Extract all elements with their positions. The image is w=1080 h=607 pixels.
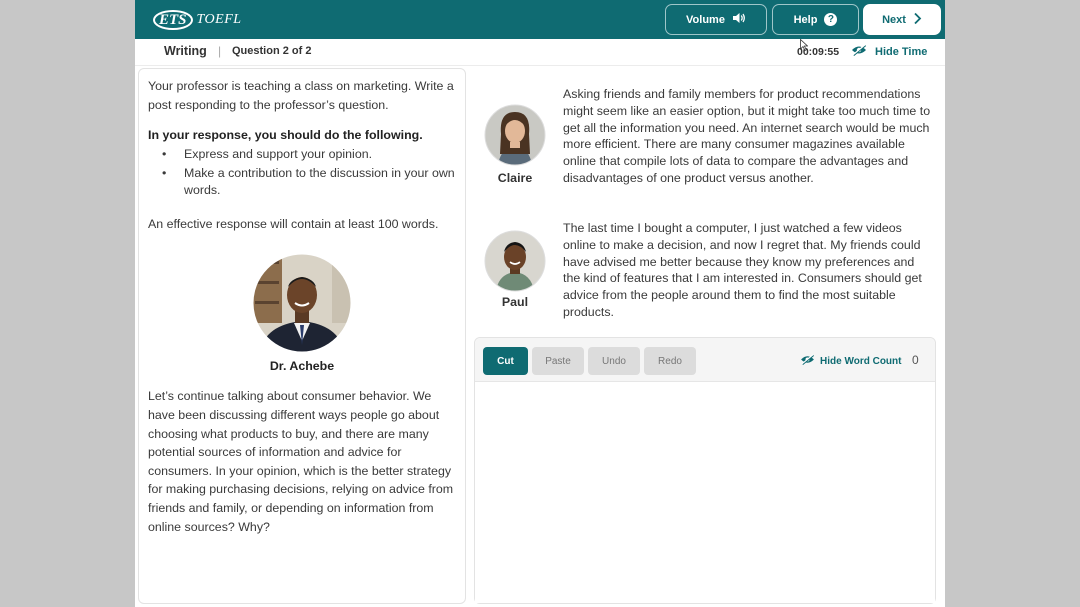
divider — [147, 603, 457, 604]
hide-word-count-button[interactable]: Hide Word Count — [800, 354, 901, 368]
ets-logo-text: ETS — [153, 10, 193, 30]
hide-time-label: Hide Time — [875, 45, 928, 58]
professor-question: Let’s continue talking about consumer be… — [148, 389, 454, 534]
task-prompt: Your professor is teaching a class on ma… — [148, 79, 454, 112]
section-bar: Writing | Question 2 of 2 00:09:55 Hide … — [135, 39, 945, 66]
prompt-panel: Your professor is teaching a class on ma… — [138, 68, 466, 604]
word-requirement: An effective response will contain at le… — [148, 217, 439, 232]
cut-button[interactable]: Cut — [483, 347, 528, 375]
question-circle-icon: ? — [824, 13, 838, 26]
section-separator: | — [218, 44, 222, 58]
eye-slash-icon — [800, 354, 815, 368]
hide-word-count-label: Hide Word Count — [820, 355, 902, 367]
paste-button[interactable]: Paste — [532, 347, 584, 375]
eye-slash-icon — [851, 44, 867, 59]
chevron-right-icon — [913, 12, 922, 28]
next-button-label: Next — [882, 13, 906, 26]
student-name: Claire — [497, 171, 533, 185]
student-post-text: The last time I bought a computer, I jus… — [563, 221, 922, 319]
mouse-cursor-icon — [800, 38, 809, 52]
question-counter: Question 2 of 2 — [232, 45, 312, 57]
toefl-test-window: ETS TOEFL Volume Help ? Next Writing | Q… — [135, 0, 945, 607]
toefl-logo-text: TOEFL — [196, 12, 242, 27]
next-button[interactable]: Next — [863, 4, 941, 35]
speaker-icon — [732, 12, 746, 27]
ets-toefl-logo: ETS TOEFL — [153, 9, 242, 31]
help-button-label: Help — [793, 13, 818, 26]
instruction-item: Express and support your opinion. — [162, 146, 456, 163]
student-avatar-paul — [484, 230, 546, 292]
response-textarea[interactable] — [475, 382, 935, 603]
student-post-text: Asking friends and family members for pr… — [563, 87, 931, 185]
hide-time-button[interactable]: Hide Time — [851, 44, 927, 59]
instructions-list: Express and support your opinion. Make a… — [148, 146, 456, 199]
response-editor: Cut Paste Undo Redo Hide Word Count 0 — [474, 337, 936, 604]
professor-avatar — [252, 253, 352, 353]
student-post: Paul The last time I bought a computer, … — [472, 220, 942, 330]
undo-button[interactable]: Undo — [588, 347, 640, 375]
top-bar: ETS TOEFL Volume Help ? Next — [135, 0, 945, 39]
redo-button[interactable]: Redo — [644, 347, 696, 375]
word-count: 0 — [912, 353, 919, 367]
volume-button-label: Volume — [686, 13, 725, 26]
student-post: Claire Asking friends and family members… — [472, 86, 942, 206]
professor-name: Dr. Achebe — [269, 358, 335, 373]
discussion-panel: Claire Asking friends and family members… — [472, 68, 942, 604]
section-title: Writing — [164, 44, 207, 58]
editor-toolbar: Cut Paste Undo Redo Hide Word Count 0 — [475, 338, 935, 382]
instructions-heading: In your response, you should do the foll… — [148, 128, 423, 143]
student-name: Paul — [501, 295, 529, 309]
instruction-item: Make a contribution to the discussion in… — [162, 165, 456, 198]
help-button[interactable]: Help ? — [772, 4, 859, 35]
student-avatar-claire — [484, 104, 546, 166]
volume-button[interactable]: Volume — [665, 4, 767, 35]
